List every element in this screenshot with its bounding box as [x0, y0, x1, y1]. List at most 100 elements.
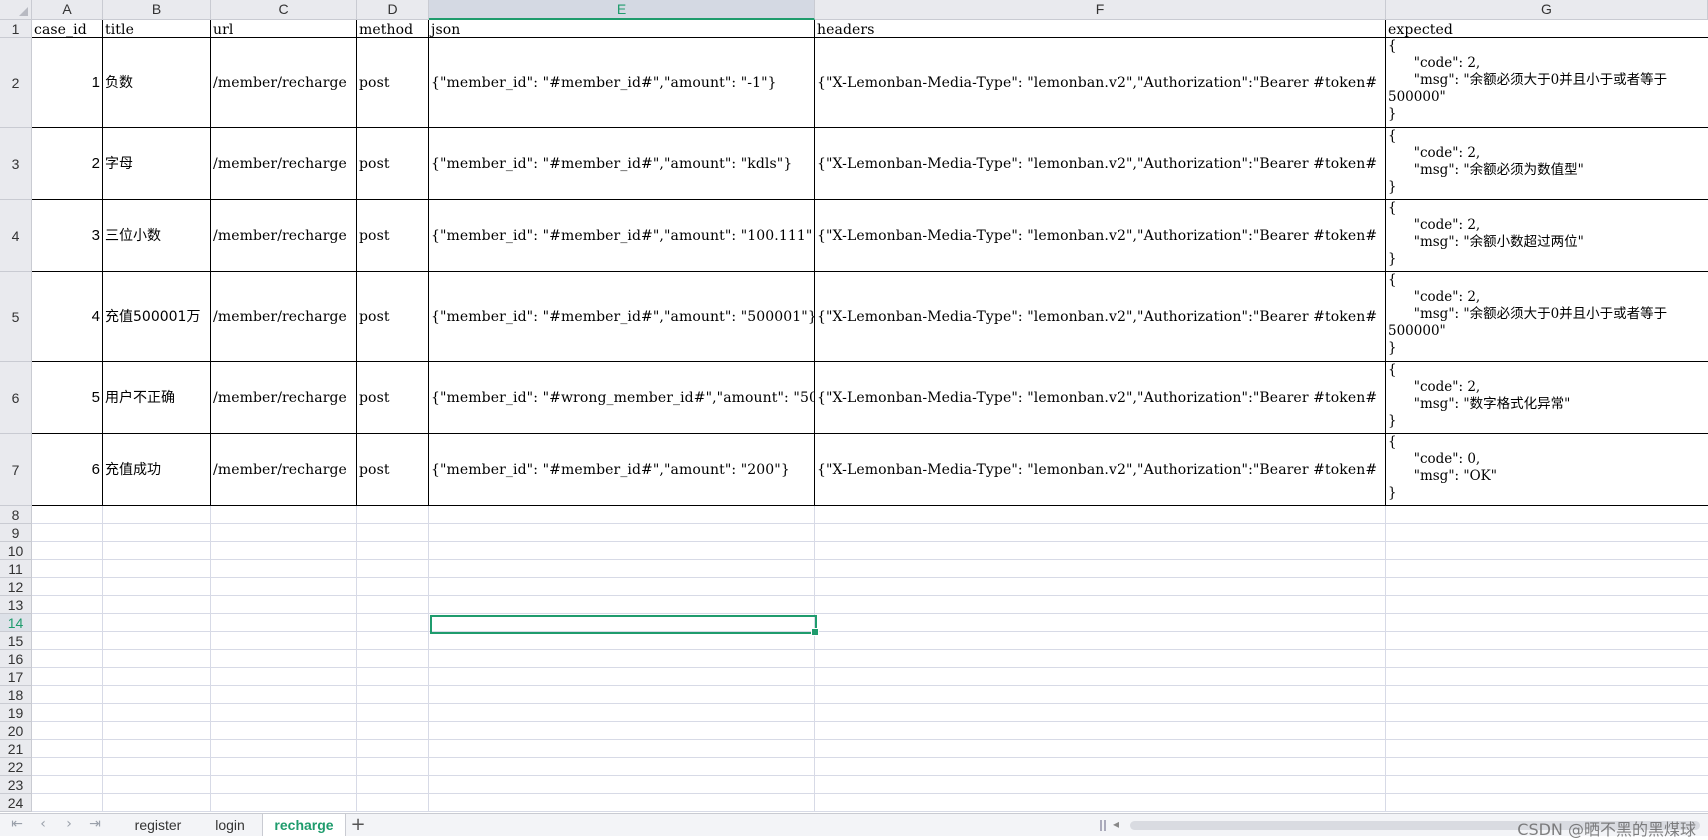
cell-method[interactable]: post — [357, 200, 428, 271]
gridline-h — [32, 577, 1708, 578]
column-header-g[interactable]: G — [1386, 0, 1708, 20]
cell-json[interactable]: {"member_id": "#member_id#","amount": "k… — [429, 128, 814, 199]
row-header-4[interactable]: 4 — [0, 200, 32, 272]
select-all-corner[interactable] — [0, 0, 32, 20]
header-cell-url[interactable]: url — [211, 20, 356, 37]
gridline-h — [32, 685, 1708, 686]
row-header-24[interactable]: 24 — [0, 794, 32, 812]
last-sheet-icon[interactable]: ⇥ — [82, 814, 108, 836]
header-cell-case_id[interactable]: case_id — [32, 20, 102, 37]
gridline-h — [32, 811, 1708, 812]
cell-headers[interactable]: {"X-Lemonban-Media-Type": "lemonban.v2",… — [815, 362, 1385, 433]
cell-expected[interactable]: { "code": 2, "msg": "余额必须为数值型" } — [1386, 128, 1707, 199]
cell-headers[interactable]: {"X-Lemonban-Media-Type": "lemonban.v2",… — [815, 200, 1385, 271]
row-header-23[interactable]: 23 — [0, 776, 32, 794]
row-header-14[interactable]: 14 — [0, 614, 32, 632]
row-header-3[interactable]: 3 — [0, 128, 32, 200]
gridline-h — [32, 667, 1708, 668]
cell-case-id[interactable]: 5 — [32, 362, 102, 433]
row-header-13[interactable]: 13 — [0, 596, 32, 614]
cell-json[interactable]: {"member_id": "#member_id#","amount": "-… — [429, 38, 814, 127]
row-header-22[interactable]: 22 — [0, 758, 32, 776]
cell-url[interactable]: /member/recharge — [211, 38, 356, 127]
cell-json[interactable]: {"member_id": "#member_id#","amount": "5… — [429, 272, 814, 361]
cell-headers[interactable]: {"X-Lemonban-Media-Type": "lemonban.v2",… — [815, 38, 1385, 127]
row-header-5[interactable]: 5 — [0, 272, 32, 362]
row-header-20[interactable]: 20 — [0, 722, 32, 740]
cell-title[interactable]: 字母 — [103, 128, 210, 199]
cell-json[interactable]: {"member_id": "#wrong_member_id#","amoun… — [429, 362, 814, 433]
cell-title[interactable]: 充值500001万 — [103, 272, 210, 361]
tab-login[interactable]: login — [200, 814, 260, 836]
cell-method[interactable]: post — [357, 38, 428, 127]
cell-method[interactable]: post — [357, 434, 428, 505]
cell-url[interactable]: /member/recharge — [211, 272, 356, 361]
cell-expected[interactable]: { "code": 0, "msg": "OK" } — [1386, 434, 1707, 505]
header-cell-expected[interactable]: expected — [1386, 20, 1707, 37]
row-header-19[interactable]: 19 — [0, 704, 32, 722]
cell-title[interactable]: 三位小数 — [103, 200, 210, 271]
row-header-11[interactable]: 11 — [0, 560, 32, 578]
cell-expected[interactable]: { "code": 2, "msg": "余额小数超过两位" } — [1386, 200, 1707, 271]
row-header-6[interactable]: 6 — [0, 362, 32, 434]
row-header-12[interactable]: 12 — [0, 578, 32, 596]
row-header-9[interactable]: 9 — [0, 524, 32, 542]
cell-expected[interactable]: { "code": 2, "msg": "数字格式化异常" } — [1386, 362, 1707, 433]
row-header-16[interactable]: 16 — [0, 650, 32, 668]
column-header-c[interactable]: C — [211, 0, 357, 20]
cell-url[interactable]: /member/recharge — [211, 200, 356, 271]
cell-url[interactable]: /member/recharge — [211, 128, 356, 199]
sheet-tab-bar: ⇤ ‹ › ⇥ register login recharge + ◂ CSDN… — [0, 813, 1708, 839]
cell-title[interactable]: 用户不正确 — [103, 362, 210, 433]
header-cell-title[interactable]: title — [103, 20, 210, 37]
cell-method[interactable]: post — [357, 128, 428, 199]
cell-case-id[interactable]: 2 — [32, 128, 102, 199]
prev-sheet-icon[interactable]: ‹ — [30, 814, 56, 836]
cell-expected[interactable]: { "code": 2, "msg": "余额必须大于0并且小于或者等于 500… — [1386, 38, 1707, 127]
cell-case-id[interactable]: 3 — [32, 200, 102, 271]
header-cell-headers[interactable]: headers — [815, 20, 1385, 37]
column-header-d[interactable]: D — [357, 0, 429, 20]
cell-title[interactable]: 充值成功 — [103, 434, 210, 505]
add-sheet-button[interactable]: + — [347, 814, 369, 836]
tab-register[interactable]: register — [118, 814, 198, 836]
row-header-21[interactable]: 21 — [0, 740, 32, 758]
cell-json[interactable]: {"member_id": "#member_id#","amount": "2… — [429, 434, 814, 505]
row-header-10[interactable]: 10 — [0, 542, 32, 560]
cell-case-id[interactable]: 4 — [32, 272, 102, 361]
next-sheet-icon[interactable]: › — [56, 814, 82, 836]
tab-recharge[interactable]: recharge — [262, 814, 346, 836]
cell-case-id[interactable]: 1 — [32, 38, 102, 127]
cell-method[interactable]: post — [357, 362, 428, 433]
cell-method[interactable]: post — [357, 272, 428, 361]
column-header-f[interactable]: F — [815, 0, 1386, 20]
cell-headers[interactable]: {"X-Lemonban-Media-Type": "lemonban.v2",… — [815, 434, 1385, 505]
cell-url[interactable]: /member/recharge — [211, 434, 356, 505]
row-header-2[interactable]: 2 — [0, 38, 32, 128]
row-header-7[interactable]: 7 — [0, 434, 32, 506]
scroll-left-icon[interactable]: ◂ — [1113, 817, 1119, 831]
selected-cell-e14[interactable] — [430, 615, 819, 636]
cell-json[interactable]: {"member_id": "#member_id#","amount": "1… — [429, 200, 814, 271]
spreadsheet-grid[interactable]: ABCDEFG 1 2 3 4 5 6 7 8 9 10 11 12 13 14 15 16 17 18 19 20 2… — [0, 0, 1708, 813]
cell-headers[interactable]: {"X-Lemonban-Media-Type": "lemonban.v2",… — [815, 128, 1385, 199]
column-header-e[interactable]: E — [429, 0, 815, 20]
header-cell-json[interactable]: json — [429, 20, 814, 37]
cell-expected[interactable]: { "code": 2, "msg": "余额必须大于0并且小于或者等于 500… — [1386, 272, 1707, 361]
header-cell-method[interactable]: method — [357, 20, 428, 37]
first-sheet-icon[interactable]: ⇤ — [4, 814, 30, 836]
cell-url[interactable]: /member/recharge — [211, 362, 356, 433]
column-header-b[interactable]: B — [103, 0, 211, 20]
row-header-1[interactable]: 1 — [0, 20, 32, 38]
cell-title[interactable]: 负数 — [103, 38, 210, 127]
fill-handle[interactable] — [811, 628, 819, 636]
cell-headers[interactable]: {"X-Lemonban-Media-Type": "lemonban.v2",… — [815, 272, 1385, 361]
column-header-a[interactable]: A — [32, 0, 103, 20]
split-handle-icon[interactable] — [1100, 820, 1106, 831]
gridline-h — [32, 559, 1708, 560]
row-header-18[interactable]: 18 — [0, 686, 32, 704]
row-header-8[interactable]: 8 — [0, 506, 32, 524]
cell-case-id[interactable]: 6 — [32, 434, 102, 505]
row-header-17[interactable]: 17 — [0, 668, 32, 686]
row-header-15[interactable]: 15 — [0, 632, 32, 650]
